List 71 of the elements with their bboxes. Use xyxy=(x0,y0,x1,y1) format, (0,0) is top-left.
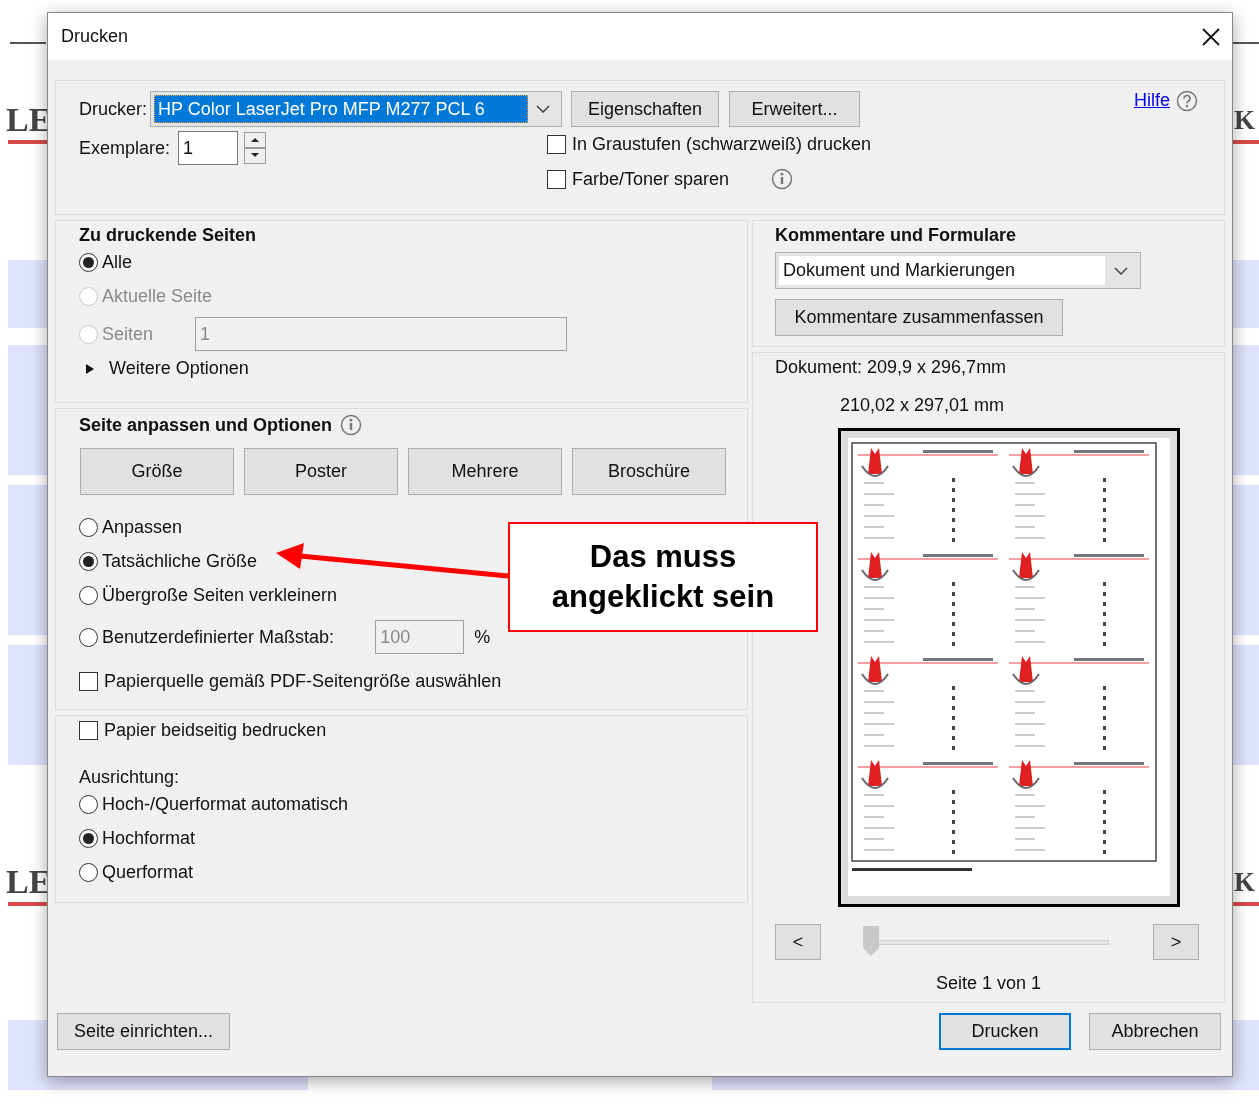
annotation-callout: Das muss angeklickt sein xyxy=(508,522,818,632)
checkbox[interactable] xyxy=(79,671,98,691)
mode-button[interactable]: Broschüre xyxy=(572,448,726,495)
background-text: LE xyxy=(6,862,52,902)
previous-page-button[interactable]: < xyxy=(775,924,821,960)
radio-button[interactable] xyxy=(79,517,98,537)
printer-name: HP Color LaserJet Pro MFP M277 PCL 6 xyxy=(154,95,528,123)
checkbox[interactable] xyxy=(547,134,566,154)
info-icon[interactable] xyxy=(340,414,363,436)
radio-label: Benutzerdefinierter Maßstab: xyxy=(102,625,335,649)
radio-button[interactable] xyxy=(79,794,98,814)
copies-label: Exemplare: xyxy=(79,136,171,160)
orientation-label: Ausrichtung: xyxy=(79,766,181,788)
mode-button[interactable]: Größe xyxy=(80,448,234,495)
properties-button[interactable]: Eigenschaften xyxy=(571,91,719,127)
close-icon[interactable] xyxy=(1202,27,1220,46)
table-band xyxy=(8,260,48,328)
mode-button[interactable]: Mehrere xyxy=(408,448,562,495)
next-page-button[interactable]: > xyxy=(1153,924,1199,960)
printer-dropdown[interactable]: HP Color LaserJet Pro MFP M277 PCL 6 xyxy=(150,91,562,127)
section-title: Seite anpassen und Optionen xyxy=(79,413,333,437)
section-title: Kommentare und Formulare xyxy=(775,224,1018,246)
radio-label: Anpassen xyxy=(102,515,183,539)
more-options-toggle[interactable]: Weitere Optionen xyxy=(85,355,747,382)
radio-button[interactable] xyxy=(79,862,98,882)
background-text: LE xyxy=(6,100,52,140)
radio-label: Hochformat xyxy=(102,826,196,850)
radio-label: Tatsächliche Größe xyxy=(102,549,258,573)
radio-label: Übergroße Seiten verkleinern xyxy=(102,583,338,607)
comments-dropdown[interactable]: Dokument und Markierungen xyxy=(775,252,1141,289)
print-button[interactable]: Drucken xyxy=(939,1013,1071,1050)
mode-button[interactable]: Poster xyxy=(244,448,398,495)
checkbox-label: In Graustufen (schwarzweiß) drucken xyxy=(572,132,872,156)
summarize-comments-button[interactable]: Kommentare zusammenfassen xyxy=(775,299,1063,336)
copies-field[interactable]: 1 xyxy=(178,131,239,165)
checkbox-label: Papierquelle gemäß PDF-Seitengröße auswählen xyxy=(104,669,502,693)
window-title: Drucken xyxy=(61,25,129,48)
percent-label: % xyxy=(474,625,491,649)
radio-label: Alle xyxy=(102,250,132,274)
radio-button[interactable] xyxy=(79,252,98,272)
chevron-down-icon xyxy=(536,105,550,113)
checkbox[interactable] xyxy=(79,720,98,740)
radio-label: Querformat xyxy=(102,860,194,884)
radio-label: Hoch-/Querformat automatisch xyxy=(102,792,349,816)
help-link[interactable]: Hilfe xyxy=(1134,87,1170,114)
radio-button[interactable] xyxy=(79,585,98,605)
radio-button[interactable] xyxy=(79,551,98,571)
section-title: Zu druckende Seiten xyxy=(79,224,258,246)
radio-label: Aktuelle Seite xyxy=(102,284,213,308)
spinner-icon[interactable] xyxy=(244,132,267,164)
background-text: K xyxy=(1234,866,1255,899)
checkbox[interactable] xyxy=(547,169,566,189)
radio-button[interactable] xyxy=(79,627,98,647)
radio-label: Seiten xyxy=(102,322,154,346)
radio-button[interactable] xyxy=(79,828,98,848)
document-size-text: Dokument: 209,9 x 296,7mm xyxy=(775,356,1008,378)
page-indicator: Seite 1 von 1 xyxy=(935,972,1042,994)
help-icon[interactable] xyxy=(1176,89,1198,112)
paper-size-text: 210,02 x 297,01 mm xyxy=(840,394,1006,416)
checkbox-label: Papier beidseitig bedrucken xyxy=(104,718,327,742)
advanced-button[interactable]: Erweitert... xyxy=(729,91,860,127)
checkbox-label: Farbe/Toner sparen xyxy=(572,167,730,191)
info-icon[interactable] xyxy=(771,168,794,190)
caret-right-icon xyxy=(85,363,95,374)
cancel-button[interactable]: Abbrechen xyxy=(1089,1013,1221,1050)
table-band xyxy=(1232,260,1259,328)
background-text: K xyxy=(1234,104,1255,137)
page-setup-button[interactable]: Seite einrichten... xyxy=(57,1013,230,1050)
chevron-down-icon xyxy=(1114,266,1128,275)
printer-label: Drucker: xyxy=(79,97,147,121)
slider-thumb[interactable] xyxy=(863,926,879,956)
